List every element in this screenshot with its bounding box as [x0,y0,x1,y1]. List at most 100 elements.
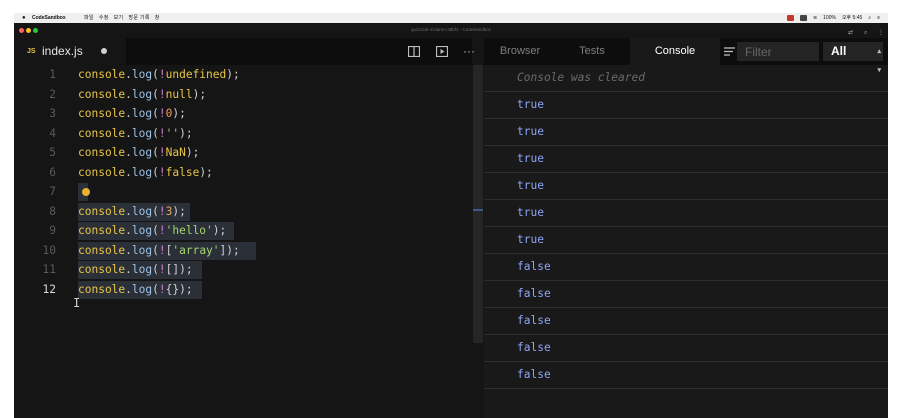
code-line[interactable]: 9 console.log(!'hello'); [14,221,472,241]
tab-browser[interactable]: Browser [484,38,556,65]
tab-tests[interactable]: Tests [556,38,628,65]
code-token: log [131,263,153,276]
editor-scroll-marker [473,209,483,211]
devtools-tab-bar: Browser Tests Console All ▴▾ [484,38,888,74]
console-log-row: false [484,254,888,281]
code-line[interactable]: 10 console.log(!['array']); [14,241,472,261]
code-line[interactable]: 3 console.log(!0); [14,104,472,124]
console-log-text: true [517,125,544,138]
code-text: console.log(!''); [78,124,193,144]
code-token: false [165,165,200,179]
zoom-window-button[interactable] [33,28,38,33]
code-token: log [131,204,153,218]
code-token: {} [165,282,180,296]
menu-item[interactable]: 파일 [84,15,94,21]
line-number: 9 [49,224,56,237]
minimize-window-button[interactable] [26,28,31,33]
file-tab-index-js[interactable]: JS index.js [14,38,126,65]
code-token: undefined [165,68,227,81]
code-token: console [78,263,126,276]
code-token: . [125,107,132,120]
console-log-row: false [484,335,888,362]
code-line[interactable]: 1 console.log(!undefined); [14,65,472,85]
code-line[interactable]: 5 console.log(!NaN); [14,143,472,163]
code-text: console.log(!'hello'); [78,221,226,241]
apple-icon[interactable]: ● [22,13,26,23]
code-token: ); [199,165,213,179]
code-token: ! [158,87,166,101]
status-area: ≋ 100% 오후 5:45 ⌕ ≡ [786,13,880,23]
console-filter-input[interactable] [737,42,819,61]
line-number: 8 [49,204,56,218]
code-token: . [125,68,132,81]
close-window-button[interactable] [19,28,24,33]
status-icon[interactable] [799,15,807,21]
code-line[interactable]: 6 console.log(!false); [14,163,472,183]
line-number: 11 [42,263,56,276]
search-icon[interactable]: ⌕ [868,13,871,23]
macos-menu-bar: ● CodeSandbox 파일 수정 보기 방문 기록 창 ≋ 100% 오후 5:4… [14,13,888,23]
menu-item[interactable]: 방문 기록 [128,15,149,21]
js-file-icon: JS [27,48,36,55]
line-number: 12 [42,282,56,296]
filter-lines-icon[interactable] [722,38,736,65]
console-log-text: false [517,341,551,354]
clock-text[interactable]: 오후 5:45 [842,13,862,23]
code-token: ! [158,224,166,237]
line-number: 3 [49,107,56,120]
tab-console[interactable]: Console [630,38,720,65]
code-token: ! [158,282,166,296]
code-token: [] [165,263,180,276]
wifi-icon[interactable]: ≋ [813,13,817,23]
code-token: log [131,282,153,296]
preview-icon[interactable] [436,38,448,65]
code-token: log [131,165,153,179]
code-text: console.log(!0); [78,104,186,124]
code-token: 'hello' [165,224,213,237]
code-token: console [78,224,126,237]
code-token: ( [152,68,159,81]
code-token: log [131,146,153,159]
log-level-select[interactable]: All ▴ ▾ [823,42,883,74]
code-text: console.log(!false); [78,163,213,183]
console-log-text: false [517,287,551,300]
code-line[interactable]: 11 console.log(![]); [14,260,472,280]
lightbulb-icon[interactable] [82,188,90,196]
code-token: ); [226,68,240,81]
window-titlebar: quizzical-mclaren-38bf4 - CodeSandbox ⇄ … [14,23,888,38]
code-token: console [78,146,126,159]
console-log-row: false [484,362,888,389]
menu-items[interactable]: 파일 수정 보기 방문 기록 창 [84,13,165,23]
menu-item[interactable]: 수정 [99,15,109,21]
code-token: '' [165,126,180,140]
menu-app-name[interactable]: CodeSandbox [32,13,66,23]
code-token: ( [152,107,159,120]
editor-scroll-thumb[interactable] [473,65,483,343]
code-token: console [78,68,126,81]
status-icon[interactable] [786,15,794,21]
code-line[interactable]: 8 console.log(!3); [14,202,472,222]
console-cleared-message: Console was cleared [484,65,888,92]
code-line[interactable]: 4 console.log(!''); [14,124,472,144]
code-token: console [78,282,126,296]
console-log-text: true [517,179,544,192]
menu-item[interactable]: 보기 [114,15,124,21]
more-options-icon[interactable]: ··· [463,38,475,65]
code-line[interactable]: 2 console.log(!null); [14,85,472,105]
code-token: 'array' [172,243,220,257]
code-editor: JS index.js ··· 1 console.log(!undefined)… [14,38,475,418]
console-log-text: Console was cleared [517,71,645,84]
code-token: ( [152,126,159,140]
code-token: ! [158,263,166,276]
console-log-row: false [484,308,888,335]
split-view-icon[interactable] [408,38,420,65]
code-text: console.log(!undefined); [78,65,240,85]
code-line[interactable]: 12 console.log(!{}); [14,280,472,300]
control-center-icon[interactable]: ≡ [877,13,880,23]
code-token: console [78,204,126,218]
line-number: 4 [49,126,56,140]
code-token: ); [172,107,186,120]
menu-item[interactable]: 창 [155,15,160,21]
code-token: ); [192,87,207,101]
line-number: 2 [49,87,56,101]
